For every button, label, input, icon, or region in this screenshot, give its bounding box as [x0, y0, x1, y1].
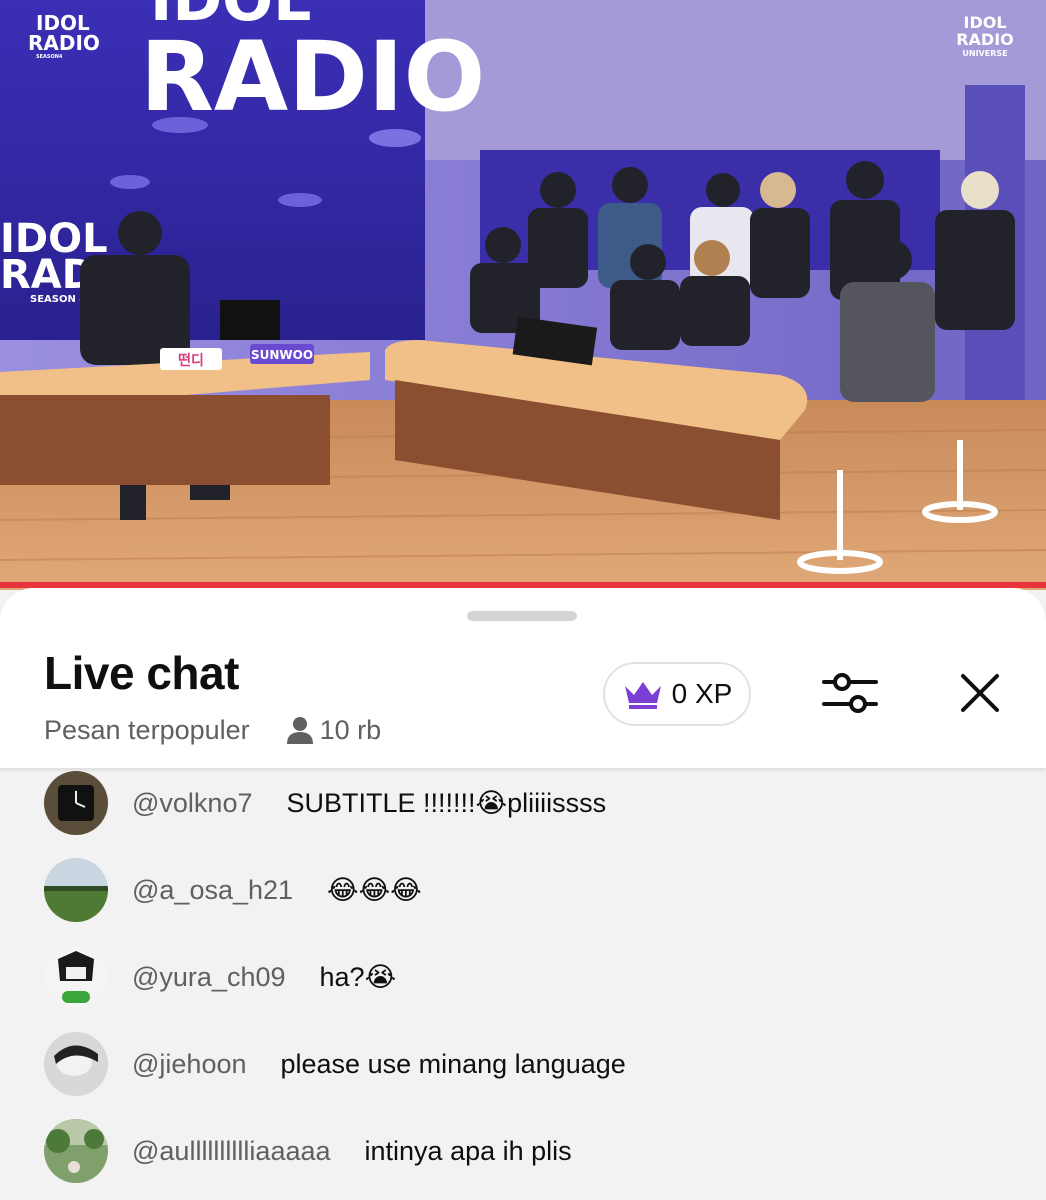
live-chat-panel: Live chat Pesan terpopuler 10 rb 0 XP @v…	[0, 588, 1046, 1200]
chat-mode-row[interactable]: Pesan terpopuler 10 rb	[44, 712, 381, 748]
chat-message[interactable]: @yura_ch09 ha? 😭	[44, 944, 396, 1010]
park-avatar[interactable]	[44, 1119, 108, 1183]
wall-logo: RADIO	[140, 21, 485, 133]
xp-label: 0 XP	[671, 678, 733, 709]
nameplate: 떤디	[178, 352, 204, 369]
svg-text:RADIO: RADIO	[28, 31, 100, 55]
chat-emoji: 😂😂😂	[327, 874, 422, 906]
chat-author[interactable]: @yura_ch09	[132, 962, 286, 993]
viewer-count: 10 rb	[319, 714, 382, 745]
chat-emoji: 😭	[364, 961, 397, 993]
sliders-icon	[822, 669, 878, 722]
chat-message[interactable]: @jiehoon please use minang language	[44, 1031, 626, 1097]
chat-emoji: 😭	[475, 787, 508, 819]
portrait-avatar[interactable]	[44, 1032, 108, 1096]
chat-message[interactable]: @aulllllllllliaaaaa intinya apa ih plis	[44, 1118, 572, 1184]
svg-text:SEASON 4: SEASON 4	[30, 294, 86, 305]
chat-author[interactable]: @volkno7	[132, 788, 252, 819]
field-avatar[interactable]	[44, 858, 108, 922]
chat-text: ha?	[319, 961, 365, 992]
video-player[interactable]: RADIO IDOL IDOL RADIO SEASON 4 IDOL RADI…	[0, 0, 1046, 590]
chat-message[interactable]: @volkno7 SUBTITLE !!!!!!! 😭 pliiiissss	[44, 770, 606, 836]
close-button[interactable]	[948, 663, 1012, 727]
clock-avatar[interactable]	[44, 771, 108, 835]
chat-author[interactable]: @aulllllllllliaaaaa	[132, 1136, 331, 1167]
live-chat-header: Live chat Pesan terpopuler 10 rb 0 XP	[0, 588, 1046, 768]
chat-mode-label[interactable]: Pesan terpopuler	[44, 715, 250, 746]
chat-author[interactable]: @a_osa_h21	[132, 875, 293, 906]
character-avatar[interactable]	[44, 945, 108, 1009]
svg-text:IDOL: IDOL	[150, 0, 311, 35]
chat-message[interactable]: @a_osa_h21 😂😂😂	[44, 857, 422, 923]
filter-button[interactable]	[818, 663, 882, 727]
person-icon	[284, 714, 316, 746]
chat-text: SUBTITLE !!!!!!!	[286, 787, 476, 818]
studio-scene: RADIO IDOL IDOL RADIO SEASON 4 IDOL RADI…	[0, 0, 1046, 590]
svg-text:UNIVERSE: UNIVERSE	[962, 49, 1007, 58]
close-icon	[960, 673, 1000, 718]
chat-text: intinya apa ih plis	[364, 1135, 572, 1166]
live-chat-title: Live chat	[44, 647, 239, 699]
svg-text:SEASON4: SEASON4	[36, 54, 63, 60]
xp-button[interactable]: 0 XP	[603, 662, 751, 726]
drag-handle[interactable]	[467, 611, 577, 621]
chat-text: please use minang language	[280, 1048, 626, 1079]
nameplate: SUNWOO	[251, 348, 313, 362]
chat-author[interactable]: @jiehoon	[132, 1049, 247, 1080]
chat-text-after: pliiiissss	[507, 787, 607, 818]
crown-icon	[622, 678, 664, 710]
svg-text:RADIO: RADIO	[956, 30, 1014, 49]
